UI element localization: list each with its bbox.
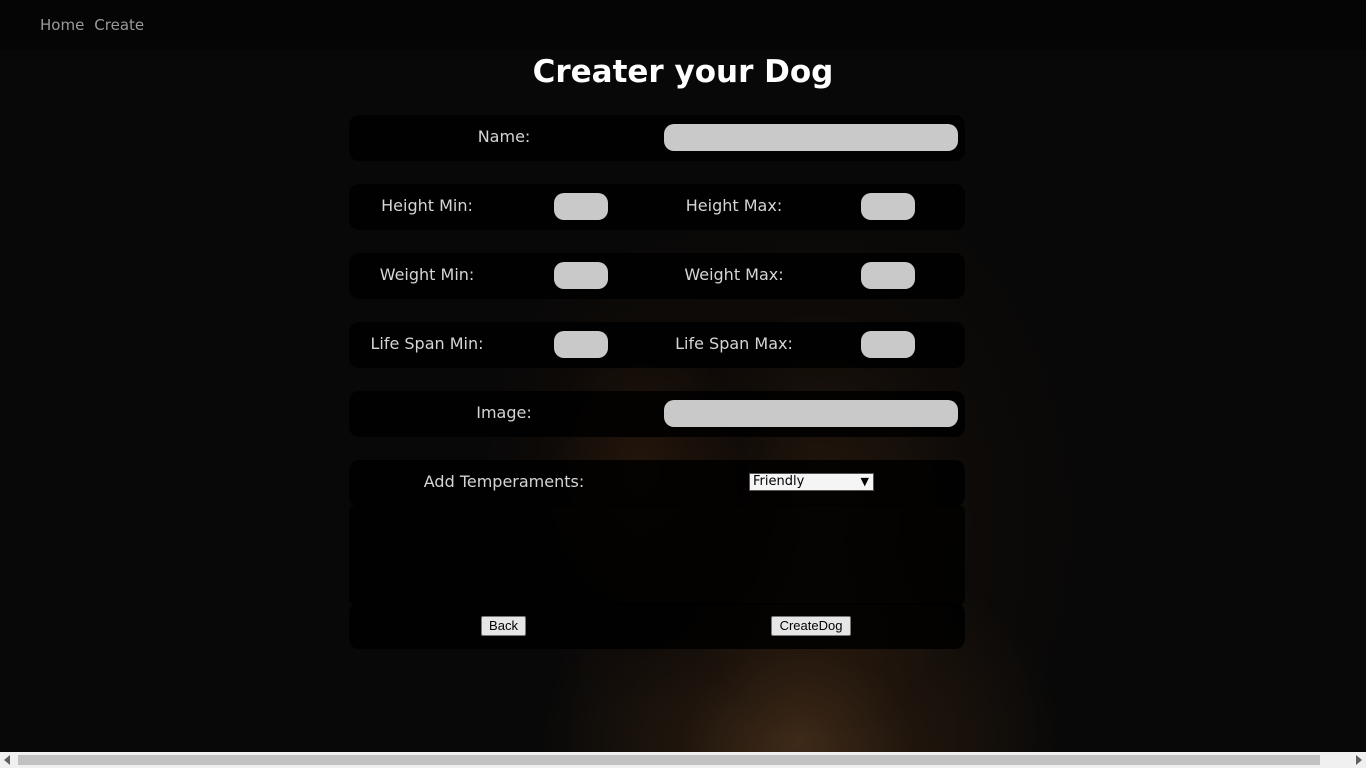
temperament-select[interactable]: Friendly ▼	[749, 473, 874, 491]
weight-min-input[interactable]	[554, 262, 608, 289]
height-max-label: Height Max:	[685, 196, 783, 215]
lifespan-min-label: Life Span Min:	[370, 334, 484, 353]
lifespan-max-input[interactable]	[861, 331, 915, 358]
create-dog-form: Name: Height Min: Height Max: Weight Min…	[349, 115, 965, 649]
weight-max-label: Weight Max:	[684, 265, 784, 284]
height-max-input[interactable]	[861, 193, 915, 220]
image-row: Image:	[349, 391, 965, 437]
image-label: Image:	[476, 403, 532, 422]
scroll-right-arrow-icon[interactable]	[1356, 755, 1362, 765]
scroll-left-arrow-icon[interactable]	[4, 755, 10, 765]
temperaments-label: Add Temperaments:	[423, 472, 585, 491]
lifespan-max-label: Life Span Max:	[675, 334, 793, 353]
weight-row: Weight Min: Weight Max:	[349, 253, 965, 299]
back-button[interactable]: Back	[481, 616, 526, 636]
image-url-input[interactable]	[664, 400, 958, 427]
height-min-input[interactable]	[554, 193, 608, 220]
lifespan-row: Life Span Min: Life Span Max:	[349, 322, 965, 368]
buttons-row: Back CreateDog	[349, 603, 965, 649]
page-title: Creater your Dog	[532, 54, 834, 90]
name-label: Name:	[477, 127, 531, 146]
height-min-label: Height Min:	[381, 196, 473, 215]
weight-min-label: Weight Min:	[379, 265, 475, 284]
lifespan-min-input[interactable]	[554, 331, 608, 358]
create-dog-button[interactable]: CreateDog	[771, 616, 851, 636]
height-row: Height Min: Height Max:	[349, 184, 965, 230]
horizontal-scrollbar[interactable]	[0, 752, 1366, 768]
name-input[interactable]	[664, 124, 958, 151]
weight-max-input[interactable]	[861, 262, 915, 289]
scrollbar-thumb[interactable]	[18, 755, 1320, 765]
navbar: Home Create	[0, 0, 1366, 50]
nav-home-link[interactable]: Home	[40, 16, 84, 34]
temperament-selected-value: Friendly	[753, 474, 805, 489]
nav-create-link[interactable]: Create	[94, 16, 144, 34]
chevron-down-icon: ▼	[860, 475, 869, 488]
name-row: Name:	[349, 115, 965, 161]
selected-temperaments-area	[349, 505, 965, 605]
